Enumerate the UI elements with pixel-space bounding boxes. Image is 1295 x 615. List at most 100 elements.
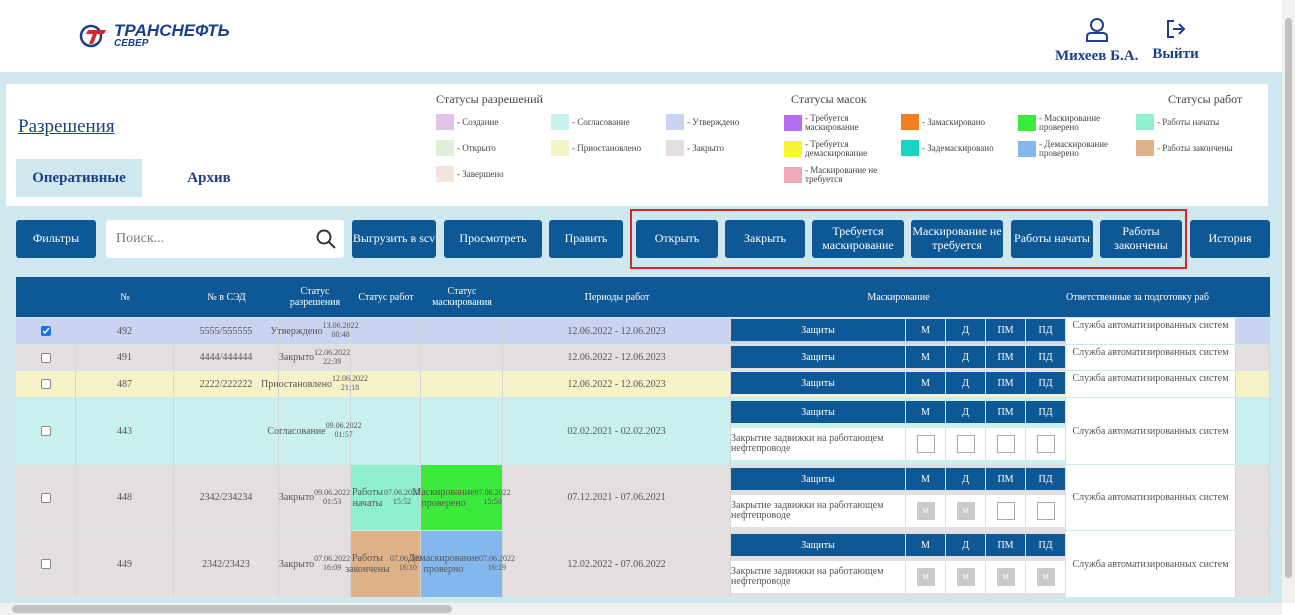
masking-block: Защиты М Д ПМ ПД Закрытие задвижки на работаю… [731, 465, 1066, 530]
tab-archive[interactable]: Архив [146, 159, 272, 197]
mask-checkbox[interactable]: М [906, 495, 946, 527]
mask-box[interactable]: М [956, 568, 975, 586]
mask-checkbox[interactable] [1026, 495, 1066, 527]
row-work-status: Работы начаты 07.06.2022 15:52 [351, 465, 421, 530]
permit-legend-item: - Открыто [436, 140, 496, 156]
user-profile[interactable]: Михеев Б.А. [1055, 18, 1138, 65]
mask-col-Д[interactable]: Д [946, 534, 986, 556]
mask-box[interactable]: М [956, 502, 975, 520]
table-row[interactable]: 443 Согласование 09.06.2022 01:57 02.02.202… [16, 398, 1270, 464]
row-sed: 2342/234234 [174, 465, 279, 530]
mask-col-ПМ[interactable]: ПМ [986, 401, 1026, 423]
mask-col-ПМ[interactable]: ПМ [986, 468, 1026, 490]
mask-checkbox[interactable]: М [1026, 561, 1066, 593]
mask-box[interactable]: М [916, 502, 935, 520]
work-finished-button[interactable]: Работы закончены [1100, 220, 1182, 258]
mask-col-М[interactable]: М [906, 534, 946, 556]
mask-col-М[interactable]: М [906, 346, 946, 368]
horizontal-scrollbar[interactable] [0, 603, 1282, 615]
history-button[interactable]: История [1190, 220, 1270, 258]
tab-operative[interactable]: Оперативные [16, 159, 142, 197]
masking-block: Защиты М Д ПМ ПД Закрытие задвижки на работаю… [731, 398, 1066, 464]
mask-col-ПД[interactable]: ПД [1026, 346, 1066, 368]
legend-label: - Завершено [457, 168, 504, 179]
mask-box[interactable] [956, 435, 975, 453]
logo[interactable]: ТРАНСНЕФТЬ СЕВЕР [78, 22, 230, 49]
row-sed [174, 398, 279, 464]
table-row[interactable]: 449 2342/23423 Закрыто 07.06.2022 16:09 Рабо… [16, 531, 1270, 597]
mask-checkbox[interactable] [986, 428, 1026, 460]
mask-box[interactable] [916, 435, 935, 453]
mask-checkbox[interactable] [986, 495, 1026, 527]
vertical-scrollbar[interactable] [1282, 0, 1295, 603]
table-row[interactable]: 448 2342/234234 Закрыто 09.06.2022 01:53 Раб… [16, 465, 1270, 530]
row-checkbox[interactable] [40, 352, 51, 363]
mask-checkbox[interactable] [906, 428, 946, 460]
mask-col-Д[interactable]: Д [946, 372, 986, 394]
mask-col-ПМ[interactable]: ПМ [986, 346, 1026, 368]
mask-col-ПМ[interactable]: ПМ [986, 319, 1026, 341]
open-button[interactable]: Открыть [636, 220, 718, 258]
row-permit-status: Закрыто 12.06.2022 22:39 [279, 345, 351, 370]
row-checkbox[interactable] [40, 326, 51, 336]
mask-box[interactable] [1036, 435, 1055, 453]
permit-legend-item: - Закрыто [666, 140, 724, 156]
mask-col-М[interactable]: М [906, 401, 946, 423]
col-responsible: Ответственные за подготовку раб [1066, 291, 1209, 303]
table-row[interactable]: 492 5555/555555 Утверждено 13.06.2022 00:48… [16, 318, 1270, 344]
mask-col-ПД[interactable]: ПД [1026, 319, 1066, 341]
logout-button[interactable]: Выйти [1152, 18, 1199, 65]
filters-button[interactable]: Фильтры [16, 220, 96, 258]
row-checkbox[interactable] [40, 426, 51, 436]
row-num: 448 [76, 465, 174, 530]
legend-label: - Работы начаты [1157, 116, 1220, 127]
row-checkbox[interactable] [40, 492, 51, 503]
mask-col-ПМ[interactable]: ПМ [986, 372, 1026, 394]
mask-checkbox[interactable]: М [986, 561, 1026, 593]
mask-checkbox[interactable]: М [906, 561, 946, 593]
mask-checkbox[interactable]: М [946, 495, 986, 527]
search-input[interactable]: Поиск... [116, 231, 164, 247]
mask-box[interactable] [1036, 502, 1055, 520]
mask-box[interactable] [996, 435, 1015, 453]
need-mask-button[interactable]: Требуется маскирование [812, 220, 904, 258]
page-title[interactable]: Разрешения [18, 116, 115, 138]
work-started-button[interactable]: Работы начаты [1011, 220, 1093, 258]
row-responsible: Служба автоматизированных систем [1066, 465, 1236, 530]
mask-col-ПД[interactable]: ПД [1026, 534, 1066, 556]
row-checkbox[interactable] [40, 559, 51, 569]
mask-box[interactable]: М [916, 568, 935, 586]
mask-col-М[interactable]: М [906, 468, 946, 490]
mask-col-ПД[interactable]: ПД [1026, 372, 1066, 394]
mask-checkbox[interactable] [1026, 428, 1066, 460]
mask-col-Д[interactable]: Д [946, 346, 986, 368]
mask-col-Д[interactable]: Д [946, 401, 986, 423]
mask-col-ПД[interactable]: ПД [1026, 401, 1066, 423]
close-button[interactable]: Закрыть [725, 220, 805, 258]
mask-col-Д[interactable]: Д [946, 319, 986, 341]
mask-col-Д[interactable]: Д [946, 468, 986, 490]
mask-box[interactable] [996, 502, 1015, 520]
mask-col-ПМ[interactable]: ПМ [986, 534, 1026, 556]
col-num: № [120, 291, 130, 303]
mask-col-ПД[interactable]: ПД [1026, 468, 1066, 490]
permit-legend-item: - Согласование [551, 114, 630, 130]
legend-label: - Требуется демаскирование [805, 139, 868, 158]
edit-button[interactable]: Править [549, 220, 623, 258]
permit-legend-item: - Приостановлено [551, 140, 641, 156]
mask-box[interactable]: М [996, 568, 1015, 586]
view-button[interactable]: Просмотреть [444, 220, 542, 258]
search-icon[interactable] [316, 229, 336, 249]
search-box[interactable]: Поиск... [106, 220, 344, 258]
mask-col-М[interactable]: М [906, 372, 946, 394]
mask-checkbox[interactable] [946, 428, 986, 460]
mask-col-М[interactable]: М [906, 319, 946, 341]
mask-checkbox[interactable]: М [946, 561, 986, 593]
table-row[interactable]: 487 2222/222222 Приостановлено 12.06.2022 2… [16, 371, 1270, 397]
no-mask-button[interactable]: Маскирование не требуется [911, 220, 1003, 258]
row-checkbox[interactable] [40, 379, 51, 389]
export-button[interactable]: Выгрузить в scv [352, 220, 436, 258]
table-row[interactable]: 491 4444/444444 Закрыто 12.06.2022 22:39 12.… [16, 345, 1270, 370]
mask-box[interactable]: М [1036, 568, 1055, 586]
logo-icon [79, 24, 106, 47]
